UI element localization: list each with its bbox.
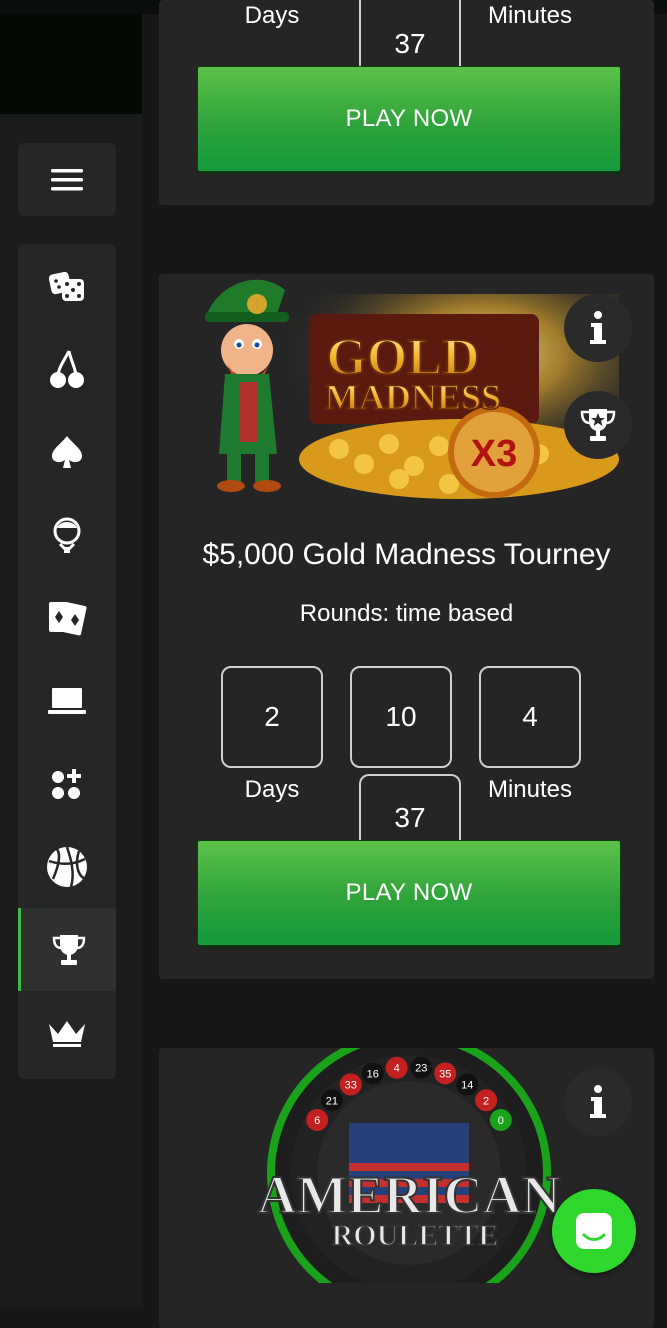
countdown-seconds-value: 37 — [394, 802, 426, 833]
info-button[interactable] — [564, 1068, 632, 1136]
logo-area — [0, 14, 142, 114]
nav-item-slots[interactable] — [18, 327, 116, 410]
badge-x3-text: X3 — [471, 433, 517, 475]
days-label: Days — [244, 2, 300, 29]
countdown-days-value: 2 — [264, 701, 280, 732]
cherries-icon — [50, 349, 84, 388]
menu-button[interactable] — [18, 143, 116, 216]
chat-icon — [576, 1213, 612, 1249]
leaderboard-button[interactable] — [564, 391, 632, 459]
info-icon — [590, 1085, 606, 1118]
dots-plus-icon — [52, 768, 81, 799]
info-icon — [590, 311, 606, 344]
wheel-number: 21 — [326, 1095, 338, 1107]
banner-title-line2: ROULETTE — [332, 1219, 499, 1252]
tournament-title: $5,000 Gold Madness Tourney — [202, 538, 611, 571]
nav-item-tournaments[interactable] — [18, 908, 116, 991]
laptop-icon — [48, 687, 86, 714]
hamburger-icon — [51, 168, 83, 190]
spade-icon — [52, 435, 82, 468]
dice-icon — [48, 271, 84, 301]
nav-item-sports[interactable] — [18, 825, 116, 908]
nav-item-vip[interactable] — [18, 991, 116, 1074]
countdown-days-box: 2 — [221, 666, 323, 768]
tournament-rounds: Rounds: time based — [299, 600, 514, 627]
nav-item-poker[interactable] — [18, 410, 116, 493]
nav-item-live-dealer[interactable] — [18, 493, 116, 576]
wheel-number: 16 — [367, 1068, 379, 1080]
countdown-seconds-box: 37 — [359, 774, 461, 844]
wheel-number: 0 — [498, 1115, 504, 1127]
banner-title-line2: MADNESS — [325, 377, 501, 417]
wheel-number: 33 — [345, 1079, 357, 1091]
tournament-card-american-roulette: 6 21 33 16 4 23 35 14 2 0 AMERICAN ROULETTE — [159, 1048, 654, 1328]
play-now-button[interactable]: PLAY NOW — [197, 66, 621, 172]
crown-icon — [49, 1020, 85, 1047]
cards-icon — [49, 601, 87, 635]
banner-title-line1: AMERICAN — [258, 1165, 561, 1225]
trophy-star-icon — [580, 409, 616, 441]
nav-item-table-games[interactable] — [18, 576, 116, 659]
countdown-hours-box: 37 — [359, 0, 461, 70]
basketball-icon — [47, 846, 87, 887]
minutes-label: Minutes — [487, 2, 573, 29]
wheel-number: 2 — [483, 1095, 489, 1107]
tournament-card-previous: Days 37 Minutes PLAY NOW — [159, 0, 654, 205]
leprechaun-figure — [205, 279, 289, 492]
trophy-icon — [52, 934, 85, 965]
wheel-number: 35 — [439, 1068, 451, 1080]
countdown-minutes-value: 4 — [522, 701, 538, 732]
nav-item-specialty[interactable] — [18, 742, 116, 825]
gold-madness-banner[interactable]: X3 GOLD MADNESS — [199, 274, 619, 514]
nav-item-dice[interactable] — [18, 244, 116, 327]
wheel-number: 14 — [461, 1079, 473, 1091]
info-button[interactable] — [564, 294, 632, 362]
tournament-card-gold-madness: X3 GOLD MADNESS $5,000 Gold Madness Tour… — [159, 274, 654, 979]
wheel-number: 4 — [394, 1063, 400, 1075]
wheel-number: 6 — [314, 1115, 320, 1127]
minutes-label: Minutes — [487, 776, 573, 803]
play-now-button[interactable]: PLAY NOW — [197, 840, 621, 946]
days-label: Days — [244, 776, 300, 803]
nav-item-virtual[interactable] — [18, 659, 116, 742]
sidebar-nav — [18, 244, 116, 1079]
dealer-icon — [53, 517, 81, 553]
countdown-hours-box: 10 — [350, 666, 452, 768]
countdown-hours-value: 37 — [394, 28, 426, 59]
wheel-number: 23 — [415, 1063, 427, 1075]
countdown-hours-value: 10 — [385, 701, 417, 732]
countdown-minutes-box: 4 — [479, 666, 581, 768]
chat-button[interactable] — [552, 1189, 636, 1273]
